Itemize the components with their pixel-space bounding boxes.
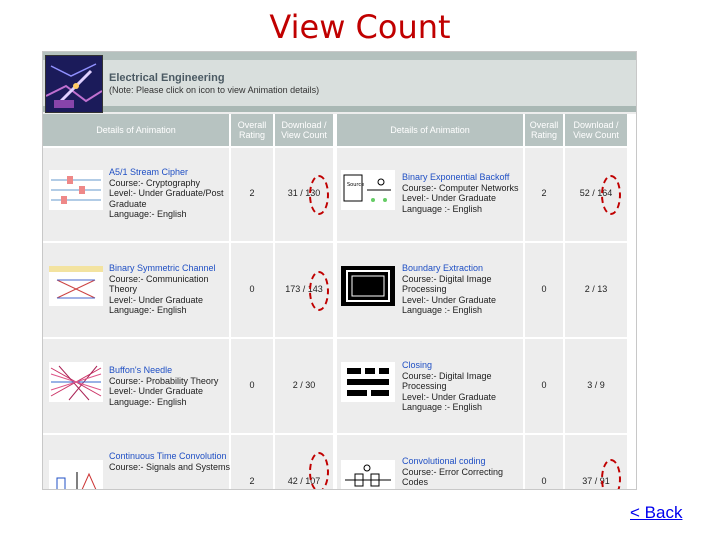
- view-count: 2 / 30: [292, 380, 316, 390]
- list-item: Binary Exponential Backoff Course:- Comp…: [402, 172, 526, 214]
- highlight-circle: [309, 271, 329, 311]
- course-text: Course:- Signals and Systems: [109, 461, 231, 472]
- convolution-thumbnail[interactable]: [49, 460, 103, 489]
- view-count: 3 / 9: [587, 380, 605, 390]
- course-text: Course:- Cryptography: [109, 177, 201, 188]
- buffon-thumbnail[interactable]: [49, 362, 103, 402]
- highlight-circle: [601, 175, 621, 215]
- course-text: Course:- Error Correcting Codes: [402, 466, 504, 488]
- course-text: Course:- Digital Image Processing: [402, 370, 492, 392]
- rating-value: 2: [249, 188, 255, 198]
- banner: Electrical Engineering (Note: Please cli…: [43, 52, 636, 113]
- header-rating-right: Overall Rating: [525, 114, 563, 146]
- header-rating-left: Overall Rating: [231, 114, 273, 146]
- backoff-thumbnail[interactable]: Source: [341, 170, 395, 210]
- animation-link[interactable]: Closing: [402, 360, 526, 371]
- rating-value: 0: [541, 380, 547, 390]
- header-download-left: Download / View Count: [275, 114, 333, 146]
- level-text: Level:- Under Graduate: [109, 294, 204, 305]
- banner-bottom-strip: [43, 106, 636, 112]
- rating-value: 0: [249, 284, 255, 294]
- list-item: Buffon's Needle Course:- Probability The…: [109, 365, 233, 407]
- animation-link[interactable]: Boundary Extraction: [402, 263, 526, 274]
- course-text: Course:- Probability Theory: [109, 375, 219, 386]
- department-title: Electrical Engineering: [109, 72, 225, 84]
- rating-value: 0: [541, 476, 547, 486]
- banner-top-strip: [43, 52, 636, 60]
- language-text: Language:- English: [109, 396, 187, 407]
- course-text: Course:- Digital Image Processing: [402, 273, 492, 295]
- rating-value: 0: [249, 380, 255, 390]
- animation-link[interactable]: Binary Symmetric Channel: [109, 263, 233, 274]
- list-item: Closing Course:- Digital Image Processin…: [402, 360, 526, 413]
- animation-link[interactable]: A5/1 Stream Cipher: [109, 167, 233, 178]
- list-item: Binary Symmetric Channel Course:- Commun…: [109, 263, 233, 316]
- row-divider: [43, 146, 636, 148]
- header-download-right: Download / View Count: [565, 114, 627, 146]
- screenshot-panel: Electrical Engineering (Note: Please cli…: [42, 51, 637, 490]
- course-text: Course:- Computer Networks: [402, 182, 519, 193]
- closing-thumbnail[interactable]: [341, 362, 395, 402]
- view-count: 2 / 13: [584, 284, 608, 294]
- row-divider: [43, 337, 636, 339]
- rating-value: 0: [541, 284, 547, 294]
- animation-link[interactable]: Continuous Time Convolution: [109, 451, 233, 462]
- circuit-board-logo: [45, 55, 103, 113]
- language-text: Language :- English: [402, 203, 483, 214]
- level-text: Level:- Under Graduate: [402, 193, 497, 203]
- level-text: Level:- Under Graduate/Post Graduate: [109, 188, 224, 209]
- level-text: Level:- Under Graduate: [109, 386, 204, 396]
- highlight-circle: [309, 175, 329, 215]
- instruction-note: (Note: Please click on icon to view Anim…: [109, 85, 320, 95]
- header-details-right: Details of Animation: [337, 114, 523, 146]
- animation-link[interactable]: Binary Exponential Backoff: [402, 172, 526, 183]
- level-text: Level:- Under Graduate: [402, 294, 497, 305]
- rating-value: 2: [541, 188, 547, 198]
- list-item: Convolutional coding Course:- Error Corr…: [402, 456, 526, 488]
- language-text: Language:- English: [109, 209, 187, 219]
- svg-text:Source: Source: [347, 182, 364, 188]
- boundary-thumbnail[interactable]: [341, 266, 395, 306]
- bsc-thumbnail[interactable]: [49, 266, 103, 306]
- back-link[interactable]: < Back: [630, 503, 682, 523]
- page-title: View Count: [269, 8, 451, 46]
- convolutional-coding-thumbnail[interactable]: [341, 460, 395, 489]
- list-item: Continuous Time Convolution Course:- Sig…: [109, 451, 233, 472]
- highlight-circle: [309, 452, 329, 489]
- animation-link[interactable]: Convolutional coding: [402, 456, 526, 467]
- rating-value: 2: [249, 476, 255, 486]
- level-text: Level:- Under Graduate: [402, 391, 497, 402]
- language-text: Language:- English: [109, 305, 187, 315]
- list-item: A5/1 Stream Cipher Course:- Cryptography…: [109, 167, 233, 220]
- row-divider: [43, 433, 636, 435]
- animation-link[interactable]: Buffon's Needle: [109, 365, 233, 376]
- language-text: Language :- English: [402, 402, 483, 412]
- list-item: Boundary Extraction Course:- Digital Ima…: [402, 263, 526, 316]
- a51-cipher-thumbnail[interactable]: [49, 170, 103, 210]
- header-details-left: Details of Animation: [43, 114, 229, 146]
- row-divider: [43, 241, 636, 243]
- highlight-circle: [601, 459, 621, 489]
- language-text: Language :- English: [402, 305, 483, 315]
- course-text: Course:- Communication Theory: [109, 273, 209, 295]
